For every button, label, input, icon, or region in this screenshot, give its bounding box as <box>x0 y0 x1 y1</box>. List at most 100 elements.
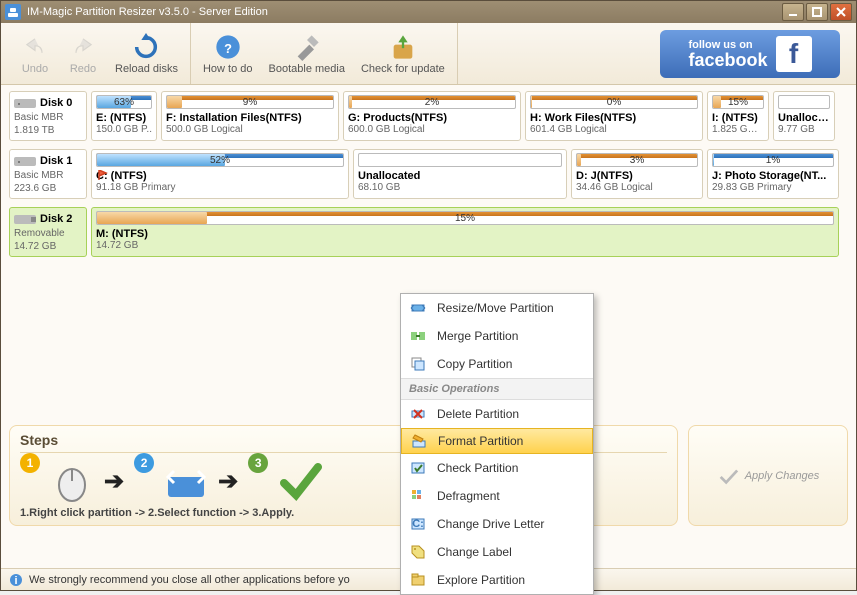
partition[interactable]: 2%G: Products(NTFS)600.0 GB Logical <box>343 91 521 141</box>
menu-item-label[interactable]: Change Label <box>401 538 593 566</box>
maximize-button[interactable] <box>806 3 828 21</box>
reload-disks-button[interactable]: Reload disks <box>107 29 186 79</box>
check-update-button[interactable]: Check for update <box>353 29 453 79</box>
usage-pct: 15% <box>455 212 475 225</box>
menu-item-copy[interactable]: Copy Partition <box>401 350 593 378</box>
partition-name: F: Installation Files(NTFS) <box>166 112 334 124</box>
usage-pct: 0% <box>607 96 621 109</box>
partition[interactable]: Unallocated68.10 GB <box>353 149 567 199</box>
explore-icon <box>409 571 427 589</box>
partition-name: E: (NTFS) <box>96 112 152 124</box>
apply-panel: Apply Changes <box>688 425 848 526</box>
partition-name: G: Products(NTFS) <box>348 112 516 124</box>
usage-bar: 15% <box>96 211 834 225</box>
usage-pct: 2% <box>425 96 439 109</box>
partition[interactable]: Unalloca...9.77 GB <box>773 91 835 141</box>
usage-bar <box>358 153 562 167</box>
menu-item-drive-letter[interactable]: C: Change Drive Letter <box>401 510 593 538</box>
usage-bar: 9% <box>166 95 334 109</box>
usage-bar: 1% <box>712 153 834 167</box>
svg-text:C:: C: <box>412 518 424 530</box>
resize-icon <box>164 459 208 503</box>
close-button[interactable] <box>830 3 852 21</box>
usage-bar: 63% <box>96 95 152 109</box>
context-menu-section-header: Basic Operations <box>401 378 593 400</box>
partition[interactable]: 15%M: (NTFS)14.72 GB <box>91 207 839 257</box>
mouse-icon <box>50 459 94 503</box>
how-to-button[interactable]: ? How to do <box>195 29 261 79</box>
arrow-icon: ➔ <box>104 467 124 496</box>
partition-name: Unalloca... <box>778 112 830 124</box>
partition[interactable]: 52%C: (NTFS)91.18 GB Primary <box>91 149 349 199</box>
partition[interactable]: 9%F: Installation Files(NTFS)500.0 GB Lo… <box>161 91 339 141</box>
menu-item-format[interactable]: Format Partition <box>401 428 593 454</box>
titlebar: IM-Magic Partition Resizer v3.5.0 - Serv… <box>1 1 856 23</box>
partition-name: D: J(NTFS) <box>576 170 698 182</box>
bootable-media-button[interactable]: Bootable media <box>261 29 353 79</box>
menu-item-defrag[interactable]: Defragment <box>401 482 593 510</box>
usb-icon <box>14 212 36 226</box>
disk-0-label[interactable]: Disk 0 Basic MBR 1.819 TB <box>9 91 87 141</box>
undo-button[interactable]: Undo <box>11 29 59 79</box>
disk-1-label[interactable]: Disk 1 Basic MBR 223.6 GB <box>9 149 87 199</box>
checkmark-icon <box>278 459 322 503</box>
menu-item-label: Delete Partition <box>437 407 519 421</box>
usage-pct: 15% <box>728 96 748 109</box>
menu-item-label: Format Partition <box>438 434 523 448</box>
usage-bar: 3% <box>576 153 698 167</box>
step-1-badge: 1 <box>20 453 40 473</box>
menu-item-merge[interactable]: Merge Partition <box>401 322 593 350</box>
main-window: IM-Magic Partition Resizer v3.5.0 - Serv… <box>0 0 857 591</box>
usage-pct: 63% <box>114 96 134 109</box>
menu-item-label: Merge Partition <box>437 329 518 343</box>
steps-caption: 1.Right click partition -> 2.Select func… <box>20 507 447 519</box>
window-title: IM-Magic Partition Resizer v3.5.0 - Serv… <box>27 6 782 18</box>
partition-sub: 601.4 GB Logical <box>530 124 698 135</box>
label-icon <box>409 543 427 561</box>
check-icon <box>409 459 427 477</box>
partition-sub: 14.72 GB <box>96 240 834 251</box>
steps-title: Steps <box>20 432 447 453</box>
redo-button[interactable]: Redo <box>59 29 107 79</box>
apply-changes-button[interactable]: Apply Changes <box>717 465 820 487</box>
menu-item-label: Change Drive Letter <box>437 517 544 531</box>
usage-bar: 2% <box>348 95 516 109</box>
menu-item-check[interactable]: Check Partition <box>401 454 593 482</box>
menu-item-delete[interactable]: Delete Partition <box>401 400 593 428</box>
disk-2-label[interactable]: Disk 2 Removable 14.72 GB <box>9 207 87 257</box>
usage-bar: 15% <box>712 95 764 109</box>
partition[interactable]: 15%I: (NTFS)1.825 GB L.. <box>707 91 769 141</box>
partition-name: C: (NTFS) <box>96 170 344 182</box>
usage-bar: 0% <box>530 95 698 109</box>
update-icon <box>389 33 417 61</box>
disk-row-2: Disk 2 Removable 14.72 GB 15%M: (NTFS)14… <box>9 207 848 257</box>
usage-pct: 1% <box>766 154 780 167</box>
step-2-badge: 2 <box>134 453 154 473</box>
facebook-text: follow us on facebook <box>688 36 767 71</box>
partition[interactable]: 3%D: J(NTFS)34.46 GB Logical <box>571 149 703 199</box>
svg-text:i: i <box>14 575 17 587</box>
facebook-button[interactable]: follow us on facebook f <box>660 30 840 78</box>
copy-icon <box>409 355 427 373</box>
usage-pct: 52% <box>210 154 230 167</box>
minimize-button[interactable] <box>782 3 804 21</box>
toolbar: Undo Redo Reload disks ? How to do Boota… <box>1 23 856 85</box>
partition-sub: 1.825 GB L.. <box>712 124 764 135</box>
menu-item-explore[interactable]: Explore Partition <box>401 566 593 594</box>
menu-item-label: Copy Partition <box>437 357 512 371</box>
wrench-icon <box>293 33 321 61</box>
status-text: We strongly recommend you close all othe… <box>29 574 350 586</box>
partition[interactable]: 0%H: Work Files(NTFS)601.4 GB Logical <box>525 91 703 141</box>
usage-bar <box>778 95 830 109</box>
partition[interactable]: 63%E: (NTFS)150.0 GB P.. <box>91 91 157 141</box>
context-menu: Resize/Move Partition Merge Partition Copy… <box>400 293 594 595</box>
arrow-icon: ➔ <box>218 467 238 496</box>
steps-panel: Steps 1 ➔ 2 ➔ 3 1.Right click partition … <box>9 425 458 526</box>
menu-item-resize[interactable]: Resize/Move Partition <box>401 294 593 322</box>
boot-flag-icon <box>98 170 108 180</box>
resize-icon <box>409 299 427 317</box>
drive-letter-icon: C: <box>409 515 427 533</box>
partition-name: J: Photo Storage(NT... <box>712 170 834 182</box>
redo-icon <box>69 33 97 61</box>
partition[interactable]: 1%J: Photo Storage(NT...29.83 GB Primary <box>707 149 839 199</box>
